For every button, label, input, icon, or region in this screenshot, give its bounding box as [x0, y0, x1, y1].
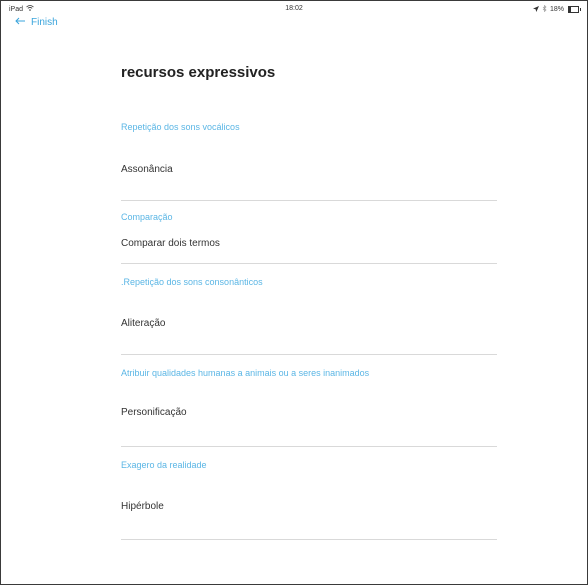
finish-label: Finish	[31, 17, 58, 28]
question-label: Repetição dos sons vocálicos	[121, 122, 240, 132]
status-bar: iPad 18:02 18%	[1, 1, 587, 19]
question-label: Exagero da realidade	[121, 460, 207, 470]
status-time: 18:02	[285, 5, 303, 12]
answer-text[interactable]: Comparar dois termos	[121, 238, 220, 249]
battery-icon	[568, 6, 581, 13]
divider	[121, 446, 497, 447]
answer-text[interactable]: Aliteração	[121, 318, 165, 329]
answer-text[interactable]: Hipérbole	[121, 501, 164, 512]
app-window: iPad 18:02 18% Finish recursos expressiv…	[0, 0, 588, 585]
location-arrow-icon	[532, 5, 539, 14]
question-label: .Repetição dos sons consonânticos	[121, 277, 263, 287]
page-title: recursos expressivos	[121, 64, 276, 81]
bluetooth-icon	[542, 4, 547, 14]
finish-button[interactable]: Finish	[15, 17, 58, 28]
divider	[121, 263, 497, 264]
question-label: Comparação	[121, 212, 173, 222]
battery-percent: 18%	[549, 6, 564, 13]
question-label: Atribuir qualidades humanas a animais ou…	[121, 368, 370, 378]
divider	[121, 354, 497, 355]
divider	[121, 539, 497, 540]
answer-text[interactable]: Assonância	[121, 164, 173, 175]
status-right: 18%	[532, 4, 581, 14]
back-arrow-icon	[15, 17, 25, 28]
divider	[121, 200, 497, 201]
answer-text[interactable]: Personificação	[121, 407, 187, 418]
